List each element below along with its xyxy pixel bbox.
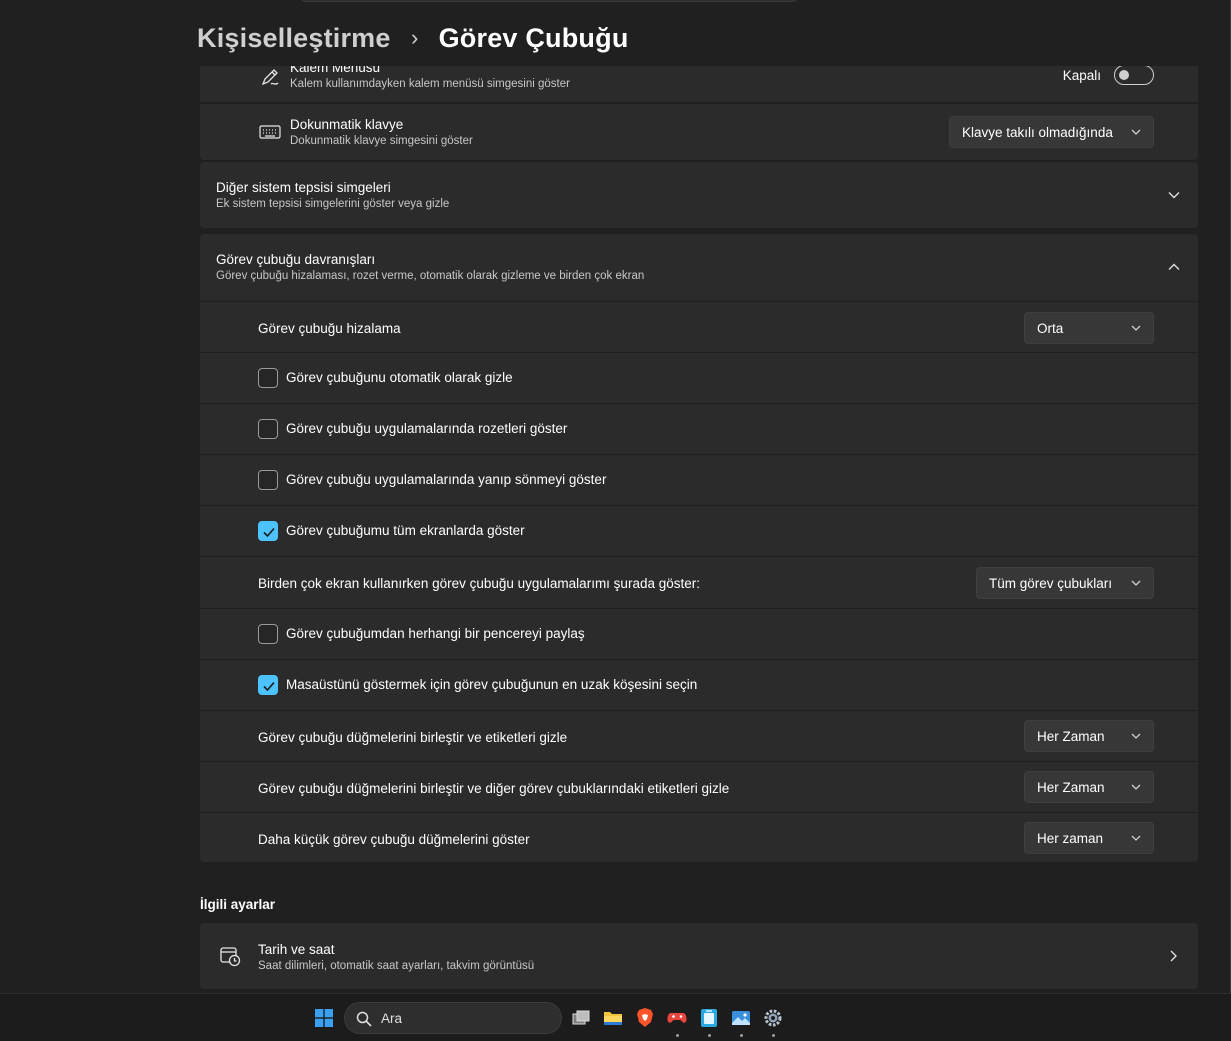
multi-display-label: Birden çok ekran kullanırken görev çubuğ… [258,576,700,591]
other-tray-title: Diğer sistem tepsisi simgeleri [216,180,391,195]
alignment-label: Görev çubuğu hizalama [258,321,401,336]
smaller-buttons-label: Daha küçük görev çubuğu düğmelerini göst… [258,832,530,847]
settings-gear-icon[interactable] [761,1006,785,1030]
checkmark-icon [263,681,275,692]
date-time-desc: Saat dilimleri, otomatik saat ayarları, … [258,960,535,972]
all-displays-label: Görev çubuğumu tüm ekranlarda göster [286,523,525,538]
smaller-buttons-dropdown-value: Her zaman [1037,830,1104,846]
pen-icon [258,66,282,89]
touch-keyboard-title: Dokunmatik klavye [290,117,404,132]
title-bar-stub [300,0,798,2]
autohide-row: Görev çubuğunu otomatik olarak gizle [200,352,1198,403]
badges-label: Görev çubuğu uygulamalarında rozetleri g… [286,421,568,436]
brave-browser-icon[interactable] [633,1006,657,1030]
chevron-down-icon [1131,325,1141,331]
windows-start-icon[interactable] [312,1006,336,1030]
multi-display-dropdown-value: Tüm görev çubukları [989,575,1113,591]
combine-buttons-dropdown-value: Her Zaman [1037,728,1105,744]
flashing-label: Görev çubuğu uygulamalarında yanıp sönme… [286,472,607,487]
running-indicator [772,1034,775,1037]
chevron-up-icon [1168,263,1180,270]
share-window-row: Görev çubuğumdan herhangi bir pencereyi … [200,608,1198,659]
chevron-down-icon [1131,733,1141,739]
combine-other-label: Görev çubuğu düğmelerini birleştir ve di… [258,781,730,796]
smaller-buttons-dropdown[interactable]: Her zaman [1024,822,1154,854]
share-window-checkbox[interactable] [258,624,278,644]
photos-icon[interactable] [729,1006,753,1030]
share-window-label: Görev çubuğumdan herhangi bir pencereyi … [286,626,585,641]
pen-menu-toggle-label: Kapalı [1062,68,1101,83]
checkmark-icon [263,527,275,538]
chevron-down-icon [1131,784,1141,790]
keyboard-icon [258,120,282,144]
multi-display-dropdown[interactable]: Tüm görev çubukları [976,567,1154,599]
combine-buttons-row: Görev çubuğu düğmelerini birleştir ve et… [200,710,1198,761]
settings-content: Kalem Menüsü Kalem kullanımdayken kalem … [200,66,1198,993]
taskbar: Ara [0,993,1231,1041]
touch-keyboard-desc: Dokunmatik klavye simgesini göster [290,135,473,147]
far-corner-row: Masaüstünü göstermek için görev çubuğunu… [200,659,1198,710]
combine-other-dropdown-value: Her Zaman [1037,779,1105,795]
game-controller-icon[interactable] [665,1006,689,1030]
chevron-down-icon [1131,129,1141,135]
chevron-down-icon [1131,835,1141,841]
alignment-row: Görev çubuğu hizalama Orta [200,301,1198,352]
badges-checkbox[interactable] [258,419,278,439]
pen-menu-title: Kalem Menüsü [290,66,381,75]
behaviors-title: Görev çubuğu davranışları [216,252,376,267]
multi-display-row: Birden çok ekran kullanırken görev çubuğ… [200,556,1198,608]
pen-menu-desc: Kalem kullanımdayken kalem menüsü simges… [290,78,570,90]
other-tray-icons-expander[interactable]: Diğer sistem tepsisi simgeleri Ek sistem… [200,162,1198,228]
combine-other-dropdown[interactable]: Her Zaman [1024,771,1154,803]
all-displays-row: Görev çubuğumu tüm ekranlarda göster [200,505,1198,556]
recycle-app-icon[interactable] [697,1006,721,1030]
breadcrumb: Kişiselleştirme › Görev Çubuğu [197,18,629,58]
other-tray-desc: Ek sistem tepsisi simgelerini göster vey… [216,198,450,210]
breadcrumb-parent[interactable]: Kişiselleştirme [197,23,391,54]
far-corner-label: Masaüstünü göstermek için görev çubuğunu… [286,677,698,692]
toggle-knob [1119,70,1129,80]
running-indicator [676,1034,679,1037]
pen-menu-row: Kalem Menüsü Kalem kullanımdayken kalem … [200,66,1198,102]
task-view-icon[interactable] [569,1006,593,1030]
chevron-right-icon [1170,950,1177,962]
file-explorer-icon[interactable] [601,1006,625,1030]
autohide-label: Görev çubuğunu otomatik olarak gizle [286,370,513,385]
alignment-dropdown-value: Orta [1037,320,1064,336]
touch-keyboard-dropdown-value: Klavye takılı olmadığında [962,124,1113,140]
alignment-dropdown[interactable]: Orta [1024,312,1154,344]
far-corner-checkbox[interactable] [258,675,278,695]
combine-buttons-dropdown[interactable]: Her Zaman [1024,720,1154,752]
running-indicator [740,1034,743,1037]
combine-buttons-label: Görev çubuğu düğmelerini birleştir ve et… [258,730,568,745]
chevron-down-icon [1168,192,1180,199]
flashing-checkbox[interactable] [258,470,278,490]
pen-menu-toggle[interactable] [1114,66,1154,85]
combine-other-row: Görev çubuğu düğmelerini birleştir ve di… [200,761,1198,812]
calendar-clock-icon [218,944,242,968]
touch-keyboard-row: Dokunmatik klavye Dokunmatik klavye simg… [200,103,1198,160]
behaviors-desc: Görev çubuğu hizalaması, rozet verme, ot… [216,270,645,282]
search-box[interactable]: Ara [344,1002,562,1034]
chevron-down-icon [1131,580,1141,586]
flashing-row: Görev çubuğu uygulamalarında yanıp sönme… [200,454,1198,505]
taskbar-behaviors-expander[interactable]: Görev çubuğu davranışları Görev çubuğu h… [200,234,1198,301]
search-placeholder: Ara [381,1010,403,1026]
badges-row: Görev çubuğu uygulamalarında rozetleri g… [200,403,1198,454]
breadcrumb-separator-icon: › [410,25,419,50]
date-time-link[interactable]: Tarih ve saat Saat dilimleri, otomatik s… [200,923,1198,989]
search-icon [356,1011,372,1027]
smaller-buttons-row: Daha küçük görev çubuğu düğmelerini göst… [200,812,1198,862]
all-displays-checkbox[interactable] [258,521,278,541]
touch-keyboard-dropdown[interactable]: Klavye takılı olmadığında [949,116,1154,148]
page-title: Görev Çubuğu [438,22,629,53]
date-time-title: Tarih ve saat [258,942,335,957]
related-settings-heading: İlgili ayarlar [200,897,276,912]
autohide-checkbox[interactable] [258,368,278,388]
running-indicator [708,1034,711,1037]
